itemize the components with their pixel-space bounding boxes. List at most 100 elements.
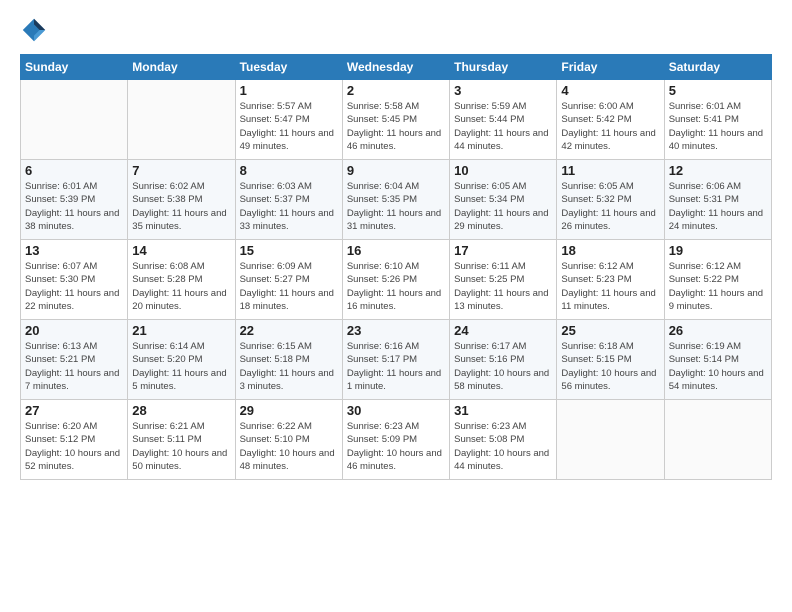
calendar-cell: 24 Sunrise: 6:17 AMSunset: 5:16 PMDayligh… — [450, 320, 557, 400]
calendar-cell: 1 Sunrise: 5:57 AMSunset: 5:47 PMDaylight… — [235, 80, 342, 160]
calendar-cell: 16Sunrise: 6:10 AMSunset: 5:26 PMDayligh… — [342, 240, 449, 320]
day-info: Sunrise: 6:00 AMSunset: 5:42 PMDaylight:… — [561, 100, 659, 153]
day-info: Sunrise: 6:13 AMSunset: 5:21 PMDaylight:… — [25, 340, 123, 393]
calendar-cell: 3 Sunrise: 5:59 AMSunset: 5:44 PMDaylight… — [450, 80, 557, 160]
day-number: 2 — [347, 83, 445, 98]
day-info: Sunrise: 6:05 AMSunset: 5:32 PMDaylight:… — [561, 180, 659, 233]
day-number: 13 — [25, 243, 123, 258]
day-info: Sunrise: 6:03 AMSunset: 5:37 PMDaylight:… — [240, 180, 338, 233]
day-info: Sunrise: 6:04 AMSunset: 5:35 PMDaylight:… — [347, 180, 445, 233]
day-info: Sunrise: 5:58 AMSunset: 5:45 PMDaylight:… — [347, 100, 445, 153]
day-number: 18 — [561, 243, 659, 258]
day-number: 10 — [454, 163, 552, 178]
day-info: Sunrise: 6:01 AMSunset: 5:41 PMDaylight:… — [669, 100, 767, 153]
logo — [20, 16, 52, 44]
weekday-header-friday: Friday — [557, 55, 664, 80]
day-info: Sunrise: 6:08 AMSunset: 5:28 PMDaylight:… — [132, 260, 230, 313]
day-info: Sunrise: 6:17 AMSunset: 5:16 PMDaylight:… — [454, 340, 552, 393]
day-number: 24 — [454, 323, 552, 338]
day-info: Sunrise: 6:23 AMSunset: 5:09 PMDaylight:… — [347, 420, 445, 473]
day-number: 29 — [240, 403, 338, 418]
calendar-cell — [128, 80, 235, 160]
day-number: 12 — [669, 163, 767, 178]
day-number: 14 — [132, 243, 230, 258]
day-number: 28 — [132, 403, 230, 418]
day-number: 11 — [561, 163, 659, 178]
day-info: Sunrise: 6:06 AMSunset: 5:31 PMDaylight:… — [669, 180, 767, 233]
day-info: Sunrise: 6:10 AMSunset: 5:26 PMDaylight:… — [347, 260, 445, 313]
day-number: 19 — [669, 243, 767, 258]
weekday-header-monday: Monday — [128, 55, 235, 80]
calendar-cell: 31 Sunrise: 6:23 AMSunset: 5:08 PMDayligh… — [450, 400, 557, 480]
day-number: 7 — [132, 163, 230, 178]
day-info: Sunrise: 6:19 AMSunset: 5:14 PMDaylight:… — [669, 340, 767, 393]
calendar-cell: 29 Sunrise: 6:22 AMSunset: 5:10 PMDayligh… — [235, 400, 342, 480]
calendar-week-row: 27 Sunrise: 6:20 AMSunset: 5:12 PMDayligh… — [21, 400, 772, 480]
day-info: Sunrise: 6:15 AMSunset: 5:18 PMDaylight:… — [240, 340, 338, 393]
day-info: Sunrise: 6:16 AMSunset: 5:17 PMDaylight:… — [347, 340, 445, 393]
day-number: 17 — [454, 243, 552, 258]
calendar-cell: 5 Sunrise: 6:01 AMSunset: 5:41 PMDaylight… — [664, 80, 771, 160]
day-number: 30 — [347, 403, 445, 418]
day-info: Sunrise: 6:12 AMSunset: 5:23 PMDaylight:… — [561, 260, 659, 313]
day-number: 1 — [240, 83, 338, 98]
day-number: 23 — [347, 323, 445, 338]
day-info: Sunrise: 6:21 AMSunset: 5:11 PMDaylight:… — [132, 420, 230, 473]
day-info: Sunrise: 6:02 AMSunset: 5:38 PMDaylight:… — [132, 180, 230, 233]
calendar-cell: 23 Sunrise: 6:16 AMSunset: 5:17 PMDayligh… — [342, 320, 449, 400]
calendar-cell: 6Sunrise: 6:01 AMSunset: 5:39 PMDaylight… — [21, 160, 128, 240]
logo-icon — [20, 16, 48, 44]
day-info: Sunrise: 5:57 AMSunset: 5:47 PMDaylight:… — [240, 100, 338, 153]
page: SundayMondayTuesdayWednesdayThursdayFrid… — [0, 0, 792, 612]
weekday-header-sunday: Sunday — [21, 55, 128, 80]
header — [20, 16, 772, 44]
calendar-cell: 14 Sunrise: 6:08 AMSunset: 5:28 PMDayligh… — [128, 240, 235, 320]
day-number: 3 — [454, 83, 552, 98]
calendar-week-row: 1 Sunrise: 5:57 AMSunset: 5:47 PMDaylight… — [21, 80, 772, 160]
calendar-cell — [21, 80, 128, 160]
calendar-cell — [557, 400, 664, 480]
calendar-cell — [664, 400, 771, 480]
day-info: Sunrise: 6:09 AMSunset: 5:27 PMDaylight:… — [240, 260, 338, 313]
weekday-header-row: SundayMondayTuesdayWednesdayThursdayFrid… — [21, 55, 772, 80]
calendar-cell: 25 Sunrise: 6:18 AMSunset: 5:15 PMDayligh… — [557, 320, 664, 400]
day-info: Sunrise: 6:22 AMSunset: 5:10 PMDaylight:… — [240, 420, 338, 473]
calendar-cell: 8 Sunrise: 6:03 AMSunset: 5:37 PMDaylight… — [235, 160, 342, 240]
weekday-header-thursday: Thursday — [450, 55, 557, 80]
calendar-cell: 7 Sunrise: 6:02 AMSunset: 5:38 PMDaylight… — [128, 160, 235, 240]
weekday-header-tuesday: Tuesday — [235, 55, 342, 80]
day-number: 8 — [240, 163, 338, 178]
calendar-cell: 30 Sunrise: 6:23 AMSunset: 5:09 PMDayligh… — [342, 400, 449, 480]
day-info: Sunrise: 6:23 AMSunset: 5:08 PMDaylight:… — [454, 420, 552, 473]
calendar-cell: 15 Sunrise: 6:09 AMSunset: 5:27 PMDayligh… — [235, 240, 342, 320]
calendar-cell: 26 Sunrise: 6:19 AMSunset: 5:14 PMDayligh… — [664, 320, 771, 400]
day-info: Sunrise: 5:59 AMSunset: 5:44 PMDaylight:… — [454, 100, 552, 153]
day-info: Sunrise: 6:07 AMSunset: 5:30 PMDaylight:… — [25, 260, 123, 313]
day-number: 27 — [25, 403, 123, 418]
calendar-cell: 12 Sunrise: 6:06 AMSunset: 5:31 PMDayligh… — [664, 160, 771, 240]
weekday-header-wednesday: Wednesday — [342, 55, 449, 80]
day-number: 26 — [669, 323, 767, 338]
day-number: 31 — [454, 403, 552, 418]
day-number: 9 — [347, 163, 445, 178]
calendar-cell: 4Sunrise: 6:00 AMSunset: 5:42 PMDaylight… — [557, 80, 664, 160]
calendar-week-row: 20Sunrise: 6:13 AMSunset: 5:21 PMDayligh… — [21, 320, 772, 400]
calendar-cell: 17 Sunrise: 6:11 AMSunset: 5:25 PMDayligh… — [450, 240, 557, 320]
day-number: 25 — [561, 323, 659, 338]
calendar-cell: 9 Sunrise: 6:04 AMSunset: 5:35 PMDaylight… — [342, 160, 449, 240]
day-info: Sunrise: 6:20 AMSunset: 5:12 PMDaylight:… — [25, 420, 123, 473]
calendar-cell: 10Sunrise: 6:05 AMSunset: 5:34 PMDayligh… — [450, 160, 557, 240]
calendar-cell: 21Sunrise: 6:14 AMSunset: 5:20 PMDayligh… — [128, 320, 235, 400]
calendar-cell: 2 Sunrise: 5:58 AMSunset: 5:45 PMDaylight… — [342, 80, 449, 160]
day-info: Sunrise: 6:11 AMSunset: 5:25 PMDaylight:… — [454, 260, 552, 313]
calendar-cell: 13 Sunrise: 6:07 AMSunset: 5:30 PMDayligh… — [21, 240, 128, 320]
day-number: 15 — [240, 243, 338, 258]
day-info: Sunrise: 6:01 AMSunset: 5:39 PMDaylight:… — [25, 180, 123, 233]
calendar-cell: 22Sunrise: 6:15 AMSunset: 5:18 PMDayligh… — [235, 320, 342, 400]
calendar-cell: 27 Sunrise: 6:20 AMSunset: 5:12 PMDayligh… — [21, 400, 128, 480]
day-number: 21 — [132, 323, 230, 338]
day-number: 5 — [669, 83, 767, 98]
calendar-table: SundayMondayTuesdayWednesdayThursdayFrid… — [20, 54, 772, 480]
calendar-cell: 11 Sunrise: 6:05 AMSunset: 5:32 PMDayligh… — [557, 160, 664, 240]
day-info: Sunrise: 6:18 AMSunset: 5:15 PMDaylight:… — [561, 340, 659, 393]
